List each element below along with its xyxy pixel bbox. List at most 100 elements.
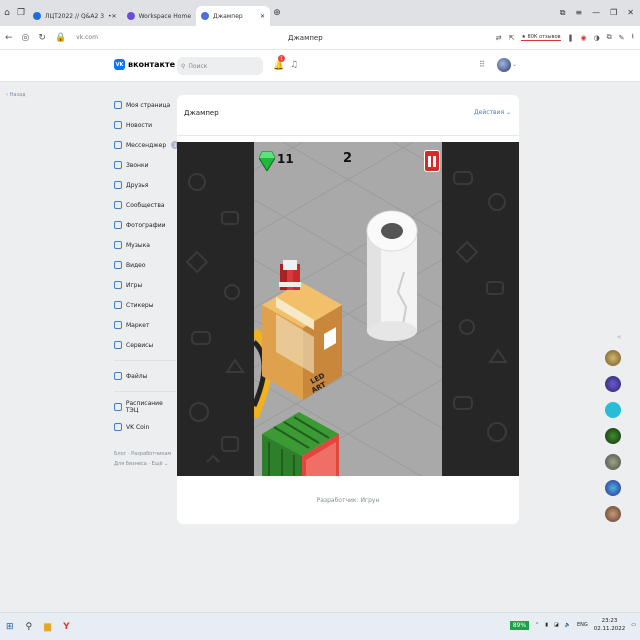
sidebar-item-stickers[interactable]: Стикеры: [114, 295, 176, 315]
sidebar-item-label: Музыка: [126, 241, 150, 249]
collapse-chevron-icon[interactable]: «: [617, 333, 621, 341]
developer-link[interactable]: Разработчик: Игрун: [177, 497, 519, 504]
sticker-icon: [114, 301, 122, 309]
message-icon: [114, 141, 122, 149]
tray-expand-icon[interactable]: ⌃: [535, 622, 539, 628]
footer-links[interactable]: Блог · Разработчикам: [114, 449, 176, 459]
sidebar-item-calls[interactable]: Звонки: [114, 155, 176, 175]
reviews-badge[interactable]: ★ 80К отзывов: [521, 34, 561, 41]
extensions-icon[interactable]: ⧉: [607, 33, 612, 42]
sidebar-item-vk-coin[interactable]: VK Coin: [114, 417, 176, 437]
network-icon[interactable]: ◪: [554, 622, 559, 628]
translate-icon[interactable]: ⇄: [496, 34, 502, 42]
close-icon[interactable]: ✕: [627, 8, 634, 18]
card-divider: [177, 135, 519, 136]
browser-menu-icon[interactable]: ⌂: [0, 6, 14, 20]
back-label: Назад: [9, 92, 26, 98]
minimize-icon[interactable]: —: [592, 8, 600, 18]
notifications-center-icon[interactable]: ▭: [631, 622, 636, 628]
sidebar-item-video[interactable]: Видео: [114, 255, 176, 275]
chat-avatar[interactable]: [605, 350, 621, 366]
sidebar-item-my-page[interactable]: Моя страница: [114, 95, 176, 115]
sidebar-item-market[interactable]: Маркет: [114, 315, 176, 335]
chat-avatar[interactable]: [605, 402, 621, 418]
yandex-browser-icon[interactable]: Y: [63, 622, 70, 632]
app-icon: [114, 403, 122, 411]
url-field[interactable]: vk.com: [76, 34, 98, 41]
tab-label: Джампер: [213, 12, 243, 20]
reload-icon[interactable]: ↻: [38, 33, 46, 43]
sidebar-item-schedule[interactable]: Расписание ТЭЦ: [114, 397, 176, 417]
sidebar-item-friends[interactable]: Друзья: [114, 175, 176, 195]
search-placeholder: Поиск: [188, 62, 208, 70]
chat-avatar[interactable]: [605, 428, 621, 444]
file-explorer-icon[interactable]: ▆: [44, 622, 51, 632]
windows-start-icon[interactable]: ⊞: [6, 622, 14, 632]
sidebar-item-games[interactable]: Игры: [114, 275, 176, 295]
sidebar-footer: Блог · Разработчикам Для бизнеса · Ещё ⌄: [114, 449, 176, 469]
music-icon[interactable]: ♫: [290, 60, 298, 70]
clock-date: 02.11.2022: [593, 626, 626, 632]
battery-icon[interactable]: ▮: [545, 622, 548, 628]
bookmarks-icon[interactable]: ⧉: [560, 8, 566, 18]
sidebar-item-news[interactable]: Новости: [114, 115, 176, 135]
sidebar-item-files[interactable]: Файлы: [114, 366, 176, 386]
vk-logo-icon: VK: [114, 59, 125, 70]
clock-time: 23:23: [601, 618, 618, 624]
tab-jumper[interactable]: Джампер ✕: [196, 6, 271, 26]
communities-icon: [114, 201, 122, 209]
battery-indicator[interactable]: 89%: [509, 620, 530, 630]
bookmark-icon[interactable]: ❚: [568, 34, 574, 42]
notifications-icon[interactable]: 🔔: [273, 61, 284, 71]
tab-workspace[interactable]: Workspace Home: [122, 6, 196, 26]
vk-logo[interactable]: VK вконтакте: [114, 59, 175, 70]
search-input[interactable]: ⚲ Поиск: [177, 57, 263, 75]
sidebar-item-photos[interactable]: Фотографии: [114, 215, 176, 235]
tab-close-icon[interactable]: •✕: [108, 13, 117, 20]
extension-icon[interactable]: ◉: [580, 34, 586, 42]
sidebar-item-music[interactable]: Музыка: [114, 235, 176, 255]
chat-avatar[interactable]: [605, 454, 621, 470]
clock[interactable]: 23:23 02.11.2022: [594, 617, 626, 633]
actions-button[interactable]: Действия ⌄: [474, 109, 511, 116]
search-icon[interactable]: ⚲: [26, 622, 33, 632]
share-icon[interactable]: ⇱: [509, 34, 515, 42]
sidebar-item-label: Маркет: [126, 321, 150, 329]
tab-mute-close-icon[interactable]: ✕: [260, 13, 265, 20]
apps-grid-icon[interactable]: ⠿: [479, 60, 485, 69]
sidebar-item-services[interactable]: Сервисы: [114, 335, 176, 355]
gem-counter: 11: [277, 152, 294, 166]
language-indicator[interactable]: ENG: [577, 622, 588, 628]
search-icon: ⚲: [181, 62, 186, 70]
chevron-down-icon[interactable]: ⌄: [512, 61, 517, 68]
pause-button[interactable]: [424, 150, 440, 172]
menu-icon[interactable]: ≡: [575, 8, 582, 18]
vk-header: VK вконтакте ⚲ Поиск 🔔 1 ♫ ⠿ ⌄: [0, 50, 640, 82]
avatar[interactable]: [497, 58, 511, 72]
player-dynamite: [279, 260, 301, 290]
extension-icon[interactable]: ◑: [594, 34, 600, 42]
new-tab-icon[interactable]: ⊕: [270, 6, 284, 20]
pause-icon: [433, 155, 436, 167]
sidebar-divider: [114, 391, 176, 392]
sidebar-item-label: Мессенджер: [126, 141, 167, 149]
tab-lct[interactable]: ЛЦТ2022 // Q&A2 3 •✕: [28, 6, 122, 26]
back-link[interactable]: ‹ Назад: [6, 92, 26, 98]
tab-actions-icon[interactable]: ❐: [14, 6, 28, 20]
tab-favicon-icon: [201, 12, 210, 20]
back-icon[interactable]: ←: [5, 33, 13, 43]
game-canvas[interactable]: LED ART 11 2: [177, 142, 519, 476]
home-icon[interactable]: ◎: [22, 33, 30, 43]
collections-icon[interactable]: ✎: [619, 34, 625, 42]
volume-icon[interactable]: 🔈: [565, 622, 571, 628]
game-right-pattern: [442, 142, 519, 476]
sidebar-item-communities[interactable]: Сообщества: [114, 195, 176, 215]
sidebar-item-messenger[interactable]: Мессенджер 3: [114, 135, 179, 155]
chat-avatar[interactable]: [605, 506, 621, 522]
photo-icon: [114, 221, 122, 229]
chat-avatar[interactable]: [605, 480, 621, 496]
maximize-icon[interactable]: ❐: [610, 8, 617, 18]
downloads-icon[interactable]: ⭳: [632, 32, 634, 43]
chat-avatar[interactable]: [605, 376, 621, 392]
footer-links[interactable]: Для бизнеса · Ещё ⌄: [114, 459, 176, 469]
